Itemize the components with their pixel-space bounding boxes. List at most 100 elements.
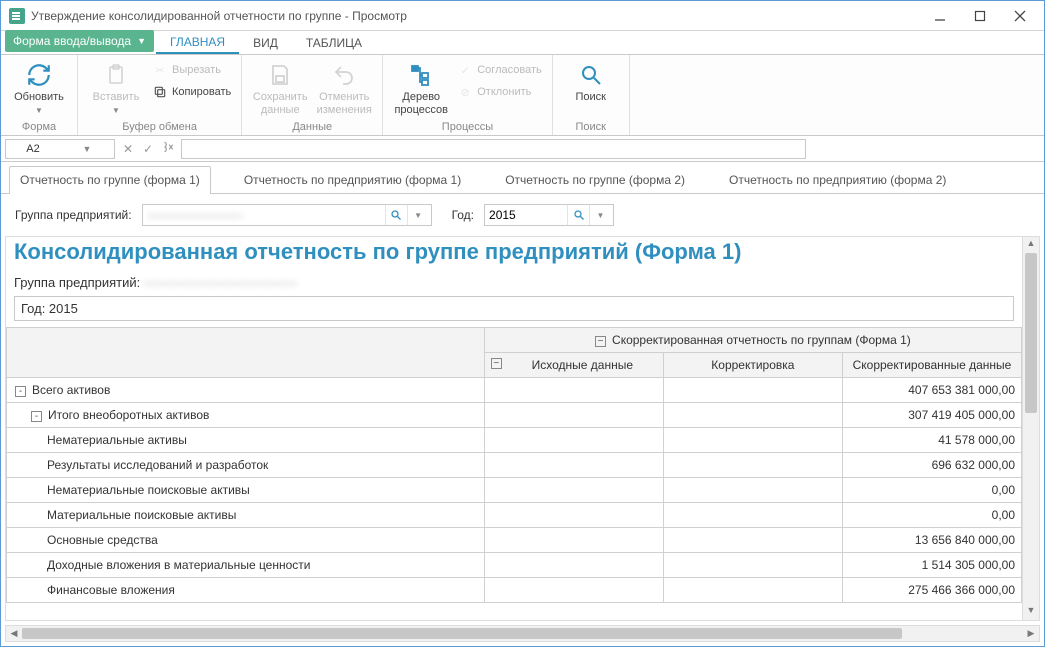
row-label: Доходные вложения в материальные ценност… xyxy=(7,553,485,578)
cell[interactable]: 407 653 381 000,00 xyxy=(842,378,1021,403)
paste-button[interactable]: Вставить▼ xyxy=(84,59,148,119)
cell[interactable] xyxy=(663,478,842,503)
filter-year-label: Год: xyxy=(452,208,474,222)
cell[interactable] xyxy=(663,403,842,428)
cell[interactable]: 275 466 366 000,00 xyxy=(842,578,1021,603)
tree-toggle-icon[interactable]: - xyxy=(31,411,42,422)
group-label-form: Форма xyxy=(7,119,71,133)
chevron-down-icon[interactable]: ▼ xyxy=(407,205,429,225)
cell[interactable] xyxy=(663,428,842,453)
cell[interactable]: 0,00 xyxy=(842,503,1021,528)
formula-bar: A2 ▼ ✕ ✓ xyxy=(1,136,1044,162)
cell[interactable] xyxy=(663,553,842,578)
undo-icon xyxy=(330,61,358,89)
formula-accept-icon[interactable]: ✓ xyxy=(139,142,157,156)
ribbon-tabstrip: Форма ввода/вывода ▼ ГЛАВНАЯ ВИД ТАБЛИЦА xyxy=(1,31,1044,55)
filter-group-lookup[interactable]: ▼ xyxy=(142,204,432,226)
minimize-button[interactable] xyxy=(920,2,960,30)
scroll-left-icon[interactable]: ◀ xyxy=(7,626,21,641)
form-io-button[interactable]: Форма ввода/вывода ▼ xyxy=(5,30,154,52)
reject-icon: ⊘ xyxy=(457,84,473,100)
vertical-scrollbar[interactable]: ▲ ▼ xyxy=(1023,236,1040,621)
scroll-up-icon[interactable]: ▲ xyxy=(1023,238,1039,252)
sheet-tab-3[interactable]: Отчетность по предприятию (форма 2) xyxy=(718,166,957,193)
row-label-text: Доходные вложения в материальные ценност… xyxy=(47,558,310,572)
cell[interactable] xyxy=(484,478,663,503)
cut-button[interactable]: ✂Вырезать xyxy=(148,59,235,81)
row-label-text: Материальные поисковые активы xyxy=(47,508,236,522)
approve-button[interactable]: ✓Согласовать xyxy=(453,59,545,81)
cell[interactable] xyxy=(484,553,663,578)
cell[interactable] xyxy=(484,378,663,403)
reject-button[interactable]: ⊘Отклонить xyxy=(453,81,545,103)
check-icon: ✓ xyxy=(457,62,473,78)
cell-name-box[interactable]: A2 ▼ xyxy=(5,139,115,159)
filter-group-input[interactable] xyxy=(143,205,385,225)
cell[interactable] xyxy=(484,453,663,478)
horizontal-scrollbar[interactable]: ◀ ▶ xyxy=(5,625,1040,642)
meta-group: Группа предприятий: ——————————— xyxy=(6,273,1022,292)
close-button[interactable] xyxy=(1000,2,1040,30)
cell[interactable] xyxy=(484,428,663,453)
row-label-text: Основные средства xyxy=(47,533,158,547)
cell[interactable]: 0,00 xyxy=(842,478,1021,503)
tree-toggle-icon[interactable]: - xyxy=(15,386,26,397)
cell[interactable] xyxy=(484,503,663,528)
formula-input[interactable] xyxy=(181,139,806,159)
filter-year-lookup[interactable]: ▼ xyxy=(484,204,614,226)
meta-group-label: Группа предприятий: xyxy=(14,275,140,290)
collapse-icon[interactable]: − xyxy=(595,336,606,347)
cell-name-value: A2 xyxy=(6,143,60,155)
process-tree-button[interactable]: Дерево процессов xyxy=(389,59,453,119)
grid-header-top: −Скорректированная отчетность по группам… xyxy=(484,328,1021,353)
cell[interactable] xyxy=(663,578,842,603)
row-label-text: Итого внеоборотных активов xyxy=(48,408,209,422)
sheet-tab-0[interactable]: Отчетность по группе (форма 1) xyxy=(9,166,211,194)
copy-button[interactable]: Копировать xyxy=(148,81,235,103)
cell[interactable] xyxy=(663,503,842,528)
scroll-right-icon[interactable]: ▶ xyxy=(1024,626,1038,641)
group-label-clip: Буфер обмена xyxy=(84,119,235,133)
search-button[interactable]: Поиск xyxy=(559,59,623,106)
cell[interactable] xyxy=(484,403,663,428)
row-label-text: Нематериальные активы xyxy=(47,433,187,447)
sheet-tab-2[interactable]: Отчетность по группе (форма 2) xyxy=(494,166,696,193)
ribbon-tab-table[interactable]: ТАБЛИЦА xyxy=(292,32,376,54)
cell[interactable]: 1 514 305 000,00 xyxy=(842,553,1021,578)
row-label-text: Финансовые вложения xyxy=(47,583,175,597)
refresh-label: Обновить xyxy=(14,91,64,103)
grid-header-rowlabel xyxy=(7,328,485,378)
chevron-down-icon[interactable]: ▼ xyxy=(589,205,611,225)
scroll-thumb[interactable] xyxy=(22,628,902,639)
row-label: -Всего активов xyxy=(7,378,485,403)
cell[interactable] xyxy=(663,528,842,553)
ribbon-tab-view[interactable]: ВИД xyxy=(239,32,292,54)
collapse-icon[interactable]: − xyxy=(491,358,502,369)
sheet-tab-1[interactable]: Отчетность по предприятию (форма 1) xyxy=(233,166,472,193)
filter-year-input[interactable] xyxy=(485,205,567,225)
formula-cancel-icon[interactable]: ✕ xyxy=(119,142,137,156)
cell[interactable] xyxy=(663,453,842,478)
formula-fx-icon[interactable] xyxy=(159,140,177,157)
cell[interactable]: 696 632 000,00 xyxy=(842,453,1021,478)
table-row: Нематериальные поисковые активы0,00 xyxy=(7,478,1022,503)
cancel-button[interactable]: Отменить изменения xyxy=(312,59,376,119)
scroll-down-icon[interactable]: ▼ xyxy=(1023,605,1039,619)
ribbon-tab-main[interactable]: ГЛАВНАЯ xyxy=(156,31,239,54)
cell[interactable] xyxy=(663,378,842,403)
row-label-text: Результаты исследований и разработок xyxy=(47,458,268,472)
filter-group-label: Группа предприятий: xyxy=(15,208,132,222)
cell[interactable] xyxy=(484,578,663,603)
maximize-button[interactable] xyxy=(960,2,1000,30)
cell[interactable] xyxy=(484,528,663,553)
scroll-thumb[interactable] xyxy=(1025,253,1037,413)
refresh-button[interactable]: Обновить▼ xyxy=(7,59,71,119)
cell[interactable]: 13 656 840 000,00 xyxy=(842,528,1021,553)
lookup-search-icon[interactable] xyxy=(385,205,407,225)
cell[interactable]: 41 578 000,00 xyxy=(842,428,1021,453)
lookup-search-icon[interactable] xyxy=(567,205,589,225)
save-button[interactable]: Сохранить данные xyxy=(248,59,312,119)
row-label: -Итого внеоборотных активов xyxy=(7,403,485,428)
chevron-down-icon[interactable]: ▼ xyxy=(60,144,114,154)
cell[interactable]: 307 419 405 000,00 xyxy=(842,403,1021,428)
